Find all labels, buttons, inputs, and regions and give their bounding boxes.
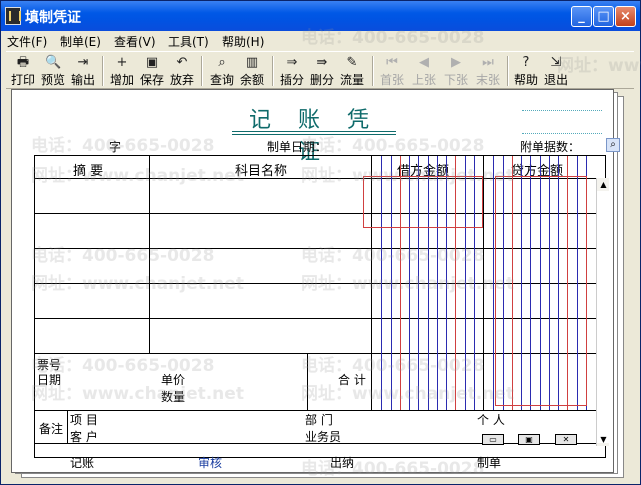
first-page-icon: ⏮ [386, 55, 398, 70]
delete-line-icon: ⇛ [316, 55, 328, 70]
preview-button[interactable]: 🔍 预览 [39, 54, 67, 88]
bookkeeper-label: 记账 [70, 456, 95, 470]
save-button[interactable]: ▣ 保存 [138, 54, 166, 88]
project-label: 项 目 [70, 413, 98, 427]
printer-icon: 🖶 [16, 55, 30, 70]
department-label: 部 门 [305, 413, 333, 427]
help-button[interactable]: ? 帮助 [512, 54, 540, 88]
last-page-icon: ⏭ [482, 55, 494, 70]
voucher-window: 填制凭证 _ □ × 文件(F) 制单(E) 查看(V) 工具(T) 帮助(H)… [0, 0, 641, 485]
maximize-button[interactable]: □ [593, 6, 614, 27]
watermark-site: 网址：www.chanjet.net [31, 166, 244, 186]
undo-icon: ↶ [176, 55, 188, 70]
abandon-button[interactable]: ↶ 放弃 [168, 54, 196, 88]
cashflow-button[interactable]: ✎ 流量 [338, 54, 366, 88]
prev-page-icon: ◀ [419, 55, 429, 70]
id-card-icon[interactable]: ▣ [518, 434, 540, 445]
app-icon [5, 7, 21, 25]
remark-label: 备注 [39, 422, 64, 436]
attachments-label: 附单据数： [520, 140, 581, 154]
prev-voucher-button[interactable]: ◀ 上张 [410, 54, 438, 88]
balance-chart-icon: ▥ [245, 55, 259, 70]
next-voucher-button[interactable]: ▶ 下张 [442, 54, 470, 88]
preview-icon: 🔍 [45, 55, 62, 70]
toolbar-separator [272, 56, 274, 86]
last-voucher-button[interactable]: ⏭ 末张 [474, 54, 502, 88]
watermark-phone: 电话：400-665-0028 [31, 356, 215, 376]
toolbar-separator [372, 56, 374, 86]
scroll-down-icon[interactable]: ▼ [597, 433, 610, 446]
scroll-thumb[interactable] [597, 191, 610, 443]
toolbar-separator [201, 56, 203, 86]
print-button[interactable]: 🖶 打印 [9, 54, 37, 88]
cashflow-icon: ✎ [346, 55, 358, 70]
watermark-site: 网址：www.chanjet.net [301, 384, 514, 404]
menu-file[interactable]: 文件(F) [7, 33, 47, 50]
add-icon: + [116, 55, 128, 70]
voucher-grid: 摘 要 科目名称 借方金额 贷方金额 票号 日期 单价 数量 合 计 备注 项 … [34, 155, 606, 458]
menu-tools[interactable]: 工具(T) [168, 33, 209, 50]
customer-label: 客 户 [70, 430, 98, 444]
export-icon: ⇥ [77, 55, 89, 70]
balance-button[interactable]: ▥ 余额 [238, 54, 266, 88]
insert-line-button[interactable]: ⇒ 插分 [278, 54, 306, 88]
minimize-button[interactable]: _ [571, 6, 592, 27]
person-label: 个 人 [477, 413, 505, 427]
add-button[interactable]: + 增加 [108, 54, 136, 88]
watermark-site: 网址：www.chanjet.net [557, 56, 641, 76]
watermark-site: 网址：www.chanjet.net [301, 166, 514, 186]
menu-voucher[interactable]: 制单(E) [60, 33, 101, 50]
export-button[interactable]: ⇥ 输出 [69, 54, 97, 88]
watermark-phone: 电话：400-665-0028 [31, 246, 215, 266]
save-icon: ▣ [145, 55, 159, 70]
binoculars-icon: ⌕ [218, 55, 226, 70]
menu-help[interactable]: 帮助(H) [222, 33, 264, 50]
toolbar-separator [507, 56, 509, 86]
voucher-number-field[interactable] [522, 110, 602, 134]
help-icon: ? [522, 55, 530, 70]
next-page-icon: ▶ [451, 55, 461, 70]
first-voucher-button[interactable]: ⏮ 首张 [378, 54, 406, 88]
toolbar-separator [102, 56, 104, 86]
query-button[interactable]: ⌕ 查询 [208, 54, 236, 88]
watermark-site: 网址：www.chanjet.net [31, 274, 244, 294]
watermark-phone: 电话：400-665-0028 [301, 28, 485, 48]
vertical-scrollbar[interactable]: ▲ ▼ [596, 178, 610, 446]
watermark-site: 网址：www.chanjet.net [301, 274, 514, 294]
toolbar: 🖶 打印 🔍 预览 ⇥ 输出 + 增加 ▣ 保存 ↶ 放弃 ⌕ 查询 ▥ 余额 … [6, 51, 634, 89]
salesperson-label: 业务员 [305, 430, 342, 444]
watermark-phone: 电话：400-665-0028 [301, 356, 485, 376]
delete-line-button[interactable]: ⇛ 删分 [308, 54, 336, 88]
watermark-phone: 电话：400-665-0028 [31, 136, 215, 156]
scroll-up-icon[interactable]: ▲ [597, 178, 610, 191]
search-icon[interactable]: ⌕ [606, 138, 620, 152]
watermark-phone: 电话：400-665-0028 [301, 459, 485, 479]
auditor-label: 审核 [198, 456, 223, 470]
menu-view[interactable]: 查看(V) [114, 33, 156, 50]
watermark-phone: 电话：400-665-0028 [301, 136, 485, 156]
window-title: 填制凭证 [25, 10, 81, 26]
tool-icon[interactable]: ✕ [555, 434, 577, 445]
watermark-phone: 电话：400-665-0028 [301, 246, 485, 266]
close-button[interactable]: × [615, 6, 636, 27]
card-icon[interactable]: ▭ [482, 434, 504, 445]
watermark-site: 网址：www.chanjet.net [31, 384, 244, 404]
insert-line-icon: ⇒ [286, 55, 298, 70]
